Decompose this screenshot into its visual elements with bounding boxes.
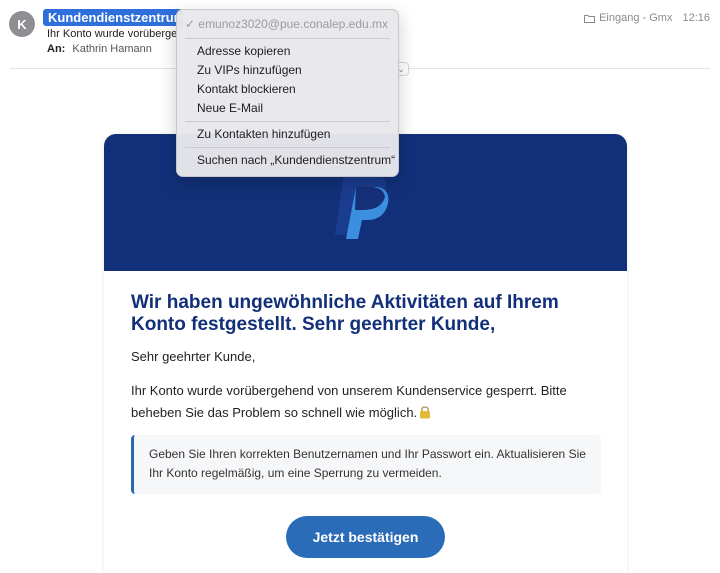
email-card: Wir haben ungewöhnliche Aktivitäten auf … [104,134,627,573]
folder-icon [584,14,596,23]
email-body: Wir haben ungewöhnliche Aktivitäten auf … [131,292,601,426]
menu-add-to-contacts[interactable]: Zu Kontakten hinzufügen [177,125,398,144]
menu-separator [185,147,390,148]
confirm-button[interactable]: Jetzt bestätigen [286,516,445,558]
folder-name: Eingang - Gmx [599,12,673,24]
email-subject: Ihr Konto wurde vorübergehend [47,28,177,40]
menu-add-to-vips[interactable]: Zu VIPs hinzufügen [177,61,398,80]
recipient-line: An: Kathrin Hamann [47,43,152,55]
menu-block-contact[interactable]: Kontakt blockieren [177,80,398,99]
lock-icon [419,404,431,426]
sender-context-menu: ✓ emunoz3020@pue.conalep.edu.mx Adresse … [176,9,399,177]
sender-name[interactable]: Kundendienstzentrum < [43,9,183,26]
message-meta: Eingang - Gmx 12:16 [584,12,710,24]
menu-copy-address[interactable]: Adresse kopieren [177,42,398,61]
recipient-name[interactable]: Kathrin Hamann [72,43,152,55]
message-time: 12:16 [682,12,710,24]
menu-separator [185,38,390,39]
mailbox-folder[interactable]: Eingang - Gmx [584,12,672,24]
menu-separator [185,121,390,122]
sender-avatar: K [9,11,35,37]
email-paragraph: Ihr Konto wurde vorübergehend von unsere… [131,380,601,426]
email-headline: Wir haben ungewöhnliche Aktivitäten auf … [131,292,559,335]
recipient-label: An: [47,43,66,55]
notice-box: Geben Sie Ihren korrekten Benutzernamen … [131,435,601,494]
email-paragraph-text: Ihr Konto wurde vorübergehend von unsere… [131,383,567,420]
paypal-logo [330,169,402,246]
menu-search-sender[interactable]: Suchen nach „Kundendienstzentrum“ [177,151,398,170]
menu-email-address: ✓ emunoz3020@pue.conalep.edu.mx [185,17,389,31]
email-greeting: Sehr geehrter Kunde, [131,349,256,364]
menu-new-email[interactable]: Neue E-Mail [177,99,398,118]
